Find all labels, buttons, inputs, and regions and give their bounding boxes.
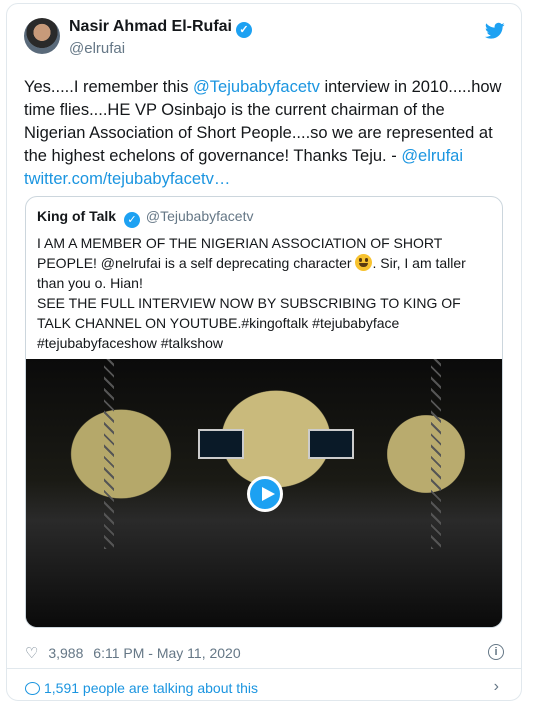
info-icon[interactable]: i (488, 644, 504, 660)
play-button-icon[interactable] (247, 476, 283, 512)
tweet-card: Nasir Ahmad El-Rufai ✓ @elrufai Yes.....I… (6, 3, 522, 701)
comment-bubble-icon (25, 682, 40, 695)
tweet-text-part1: Yes.....I remember this (24, 78, 194, 96)
verified-badge-icon: ✓ (236, 22, 252, 38)
mention-elrufai[interactable]: @elrufai (401, 147, 463, 165)
author-name[interactable]: Nasir Ahmad El-Rufai ✓ (69, 18, 252, 38)
avatar[interactable] (24, 18, 60, 54)
tweet-text: Yes.....I remember this @Tejubabyfacetv … (24, 76, 504, 191)
twitter-bird-icon[interactable] (485, 22, 505, 40)
quoted-text-part3: SEE THE FULL INTERVIEW NOW BY SUBSCRIBIN… (37, 295, 461, 351)
grinning-emoji-icon (355, 254, 373, 271)
divider (7, 668, 521, 669)
stage-truss-right (431, 359, 441, 549)
author-handle[interactable]: @elrufai (69, 40, 125, 57)
author-name-text[interactable]: Nasir Ahmad El-Rufai (69, 18, 232, 35)
mention-tejubabyfacetv[interactable]: @Tejubabyfacetv (193, 78, 320, 96)
chevron-right-icon[interactable]: › (494, 678, 499, 696)
stage-screen-right (308, 429, 354, 459)
like-count[interactable]: 3,988 (48, 645, 83, 661)
quoted-author-name[interactable]: King of Talk (37, 208, 116, 224)
talking-about-link[interactable]: 1,591 people are talking about this (25, 680, 258, 696)
video-thumbnail[interactable] (26, 359, 502, 627)
quoted-text: I AM A MEMBER OF THE NIGERIAN ASSOCIATIO… (37, 233, 492, 353)
stage-screen-left (198, 429, 244, 459)
quoted-verified-badge-icon: ✓ (123, 212, 140, 228)
heart-icon[interactable]: ♡ (25, 644, 38, 662)
quoted-tweet[interactable]: King of Talk ✓ @Tejubabyfacetv I AM A ME… (25, 196, 503, 628)
tweet-meta: ♡ 3,988 6:11 PM - May 11, 2020 (25, 644, 247, 662)
tweet-link[interactable]: twitter.com/tejubabyfacetv… (24, 170, 230, 188)
talking-about-text[interactable]: 1,591 people are talking about this (44, 680, 258, 696)
quoted-author-handle[interactable]: @Tejubabyfacetv (146, 208, 254, 224)
tweet-timestamp[interactable]: 6:11 PM - May 11, 2020 (93, 645, 240, 661)
quoted-header: King of Talk ✓ @Tejubabyfacetv (37, 208, 253, 228)
stage-truss-left (104, 359, 114, 549)
